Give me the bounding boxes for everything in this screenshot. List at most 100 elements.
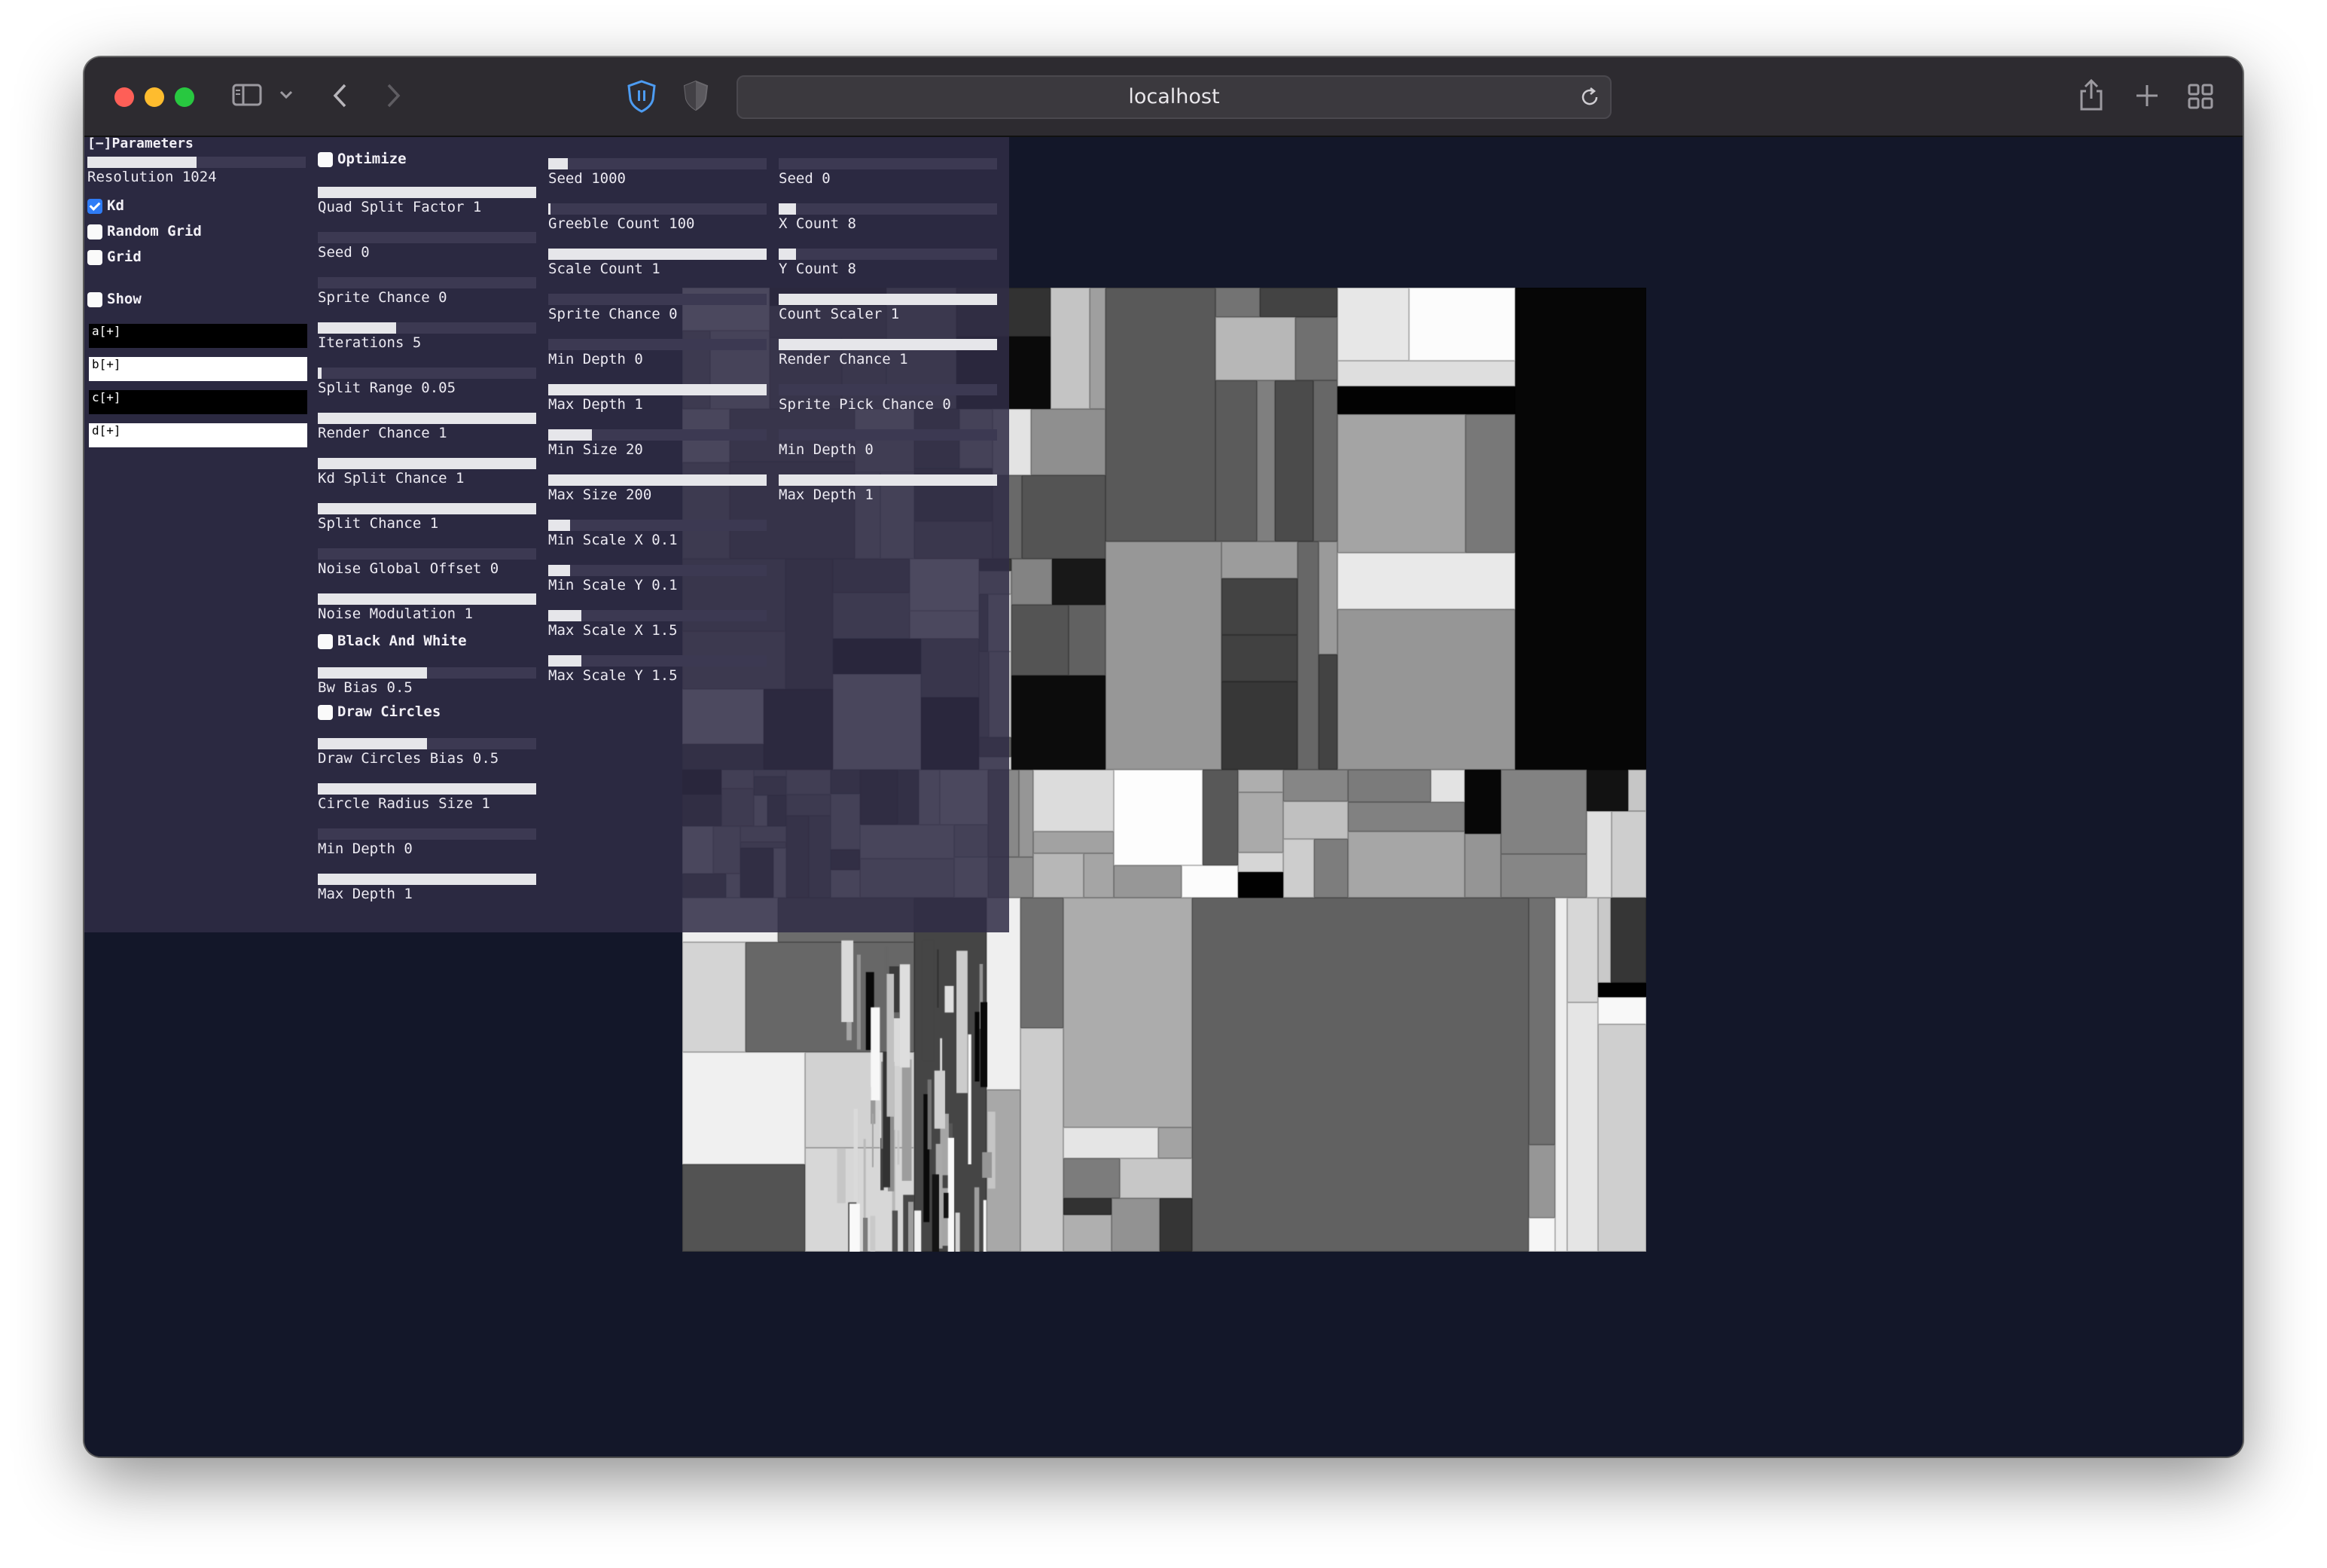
slider-track[interactable] <box>318 503 536 514</box>
slider-track[interactable] <box>779 203 997 215</box>
slider-track[interactable] <box>318 828 536 840</box>
slider-track[interactable] <box>779 249 997 260</box>
max-scale-y-slider[interactable]: Max Scale Y 1.5 <box>548 645 767 690</box>
slider-track[interactable] <box>318 874 536 885</box>
slider-track[interactable] <box>318 232 536 243</box>
shield-icon[interactable] <box>627 80 657 115</box>
color-c-picker[interactable]: c[+] <box>89 390 307 414</box>
slider-track[interactable] <box>779 384 997 395</box>
scale-count-slider[interactable]: Scale Count 1 <box>548 238 767 283</box>
slider-track[interactable] <box>548 158 767 169</box>
slider-fill <box>548 384 767 395</box>
checkbox-box[interactable] <box>87 250 102 265</box>
min-depth-slider[interactable]: Min Depth 0 <box>318 818 536 863</box>
x-count-slider[interactable]: X Count 8 <box>779 193 997 238</box>
sidebar-icon[interactable] <box>232 83 262 109</box>
slider-track[interactable] <box>779 158 997 169</box>
slider-track[interactable] <box>318 593 536 605</box>
slider-track[interactable] <box>548 520 767 531</box>
slider-track[interactable] <box>318 187 536 198</box>
kd-split-chance-slider[interactable]: Kd Split Chance 1 <box>318 447 536 493</box>
checkbox-box[interactable] <box>318 634 333 649</box>
slider-track[interactable] <box>318 413 536 424</box>
slider-track[interactable] <box>548 565 767 576</box>
slider-track[interactable] <box>318 667 536 679</box>
greeble-seed-slider[interactable]: Seed 1000 <box>548 148 767 193</box>
slider-track[interactable] <box>318 783 536 795</box>
tab-overview-icon[interactable] <box>2187 83 2214 112</box>
grid-min-depth-slider[interactable]: Min Depth 0 <box>779 419 997 464</box>
color-d-picker[interactable]: d[+] <box>89 423 307 447</box>
minimize-window-button[interactable] <box>145 87 164 107</box>
zoom-window-button[interactable] <box>175 87 194 107</box>
split-chance-slider[interactable]: Split Chance 1 <box>318 493 536 538</box>
slider-track[interactable] <box>318 368 536 379</box>
noise-modulation-slider[interactable]: Noise Modulation 1 <box>318 583 536 628</box>
sprite-chance-slider[interactable]: Sprite Chance 0 <box>318 267 536 312</box>
chevron-down-icon[interactable] <box>279 89 294 103</box>
draw-circles-bias-slider[interactable]: Draw Circles Bias 0.5 <box>318 728 536 773</box>
address-bar[interactable]: localhost <box>737 75 1612 119</box>
render-chance-slider[interactable]: Render Chance 1 <box>318 402 536 447</box>
slider-track[interactable] <box>548 474 767 486</box>
slider-track[interactable] <box>779 294 997 305</box>
slider-track[interactable] <box>318 277 536 288</box>
color-label: a[+] <box>92 324 121 338</box>
y-count-slider[interactable]: Y Count 8 <box>779 238 997 283</box>
share-icon[interactable] <box>2078 78 2104 114</box>
seed-slider[interactable]: Seed 0 <box>318 221 536 267</box>
greeble-sprite-chance-slider[interactable]: Sprite Chance 0 <box>548 283 767 328</box>
sprite-pick-chance-slider[interactable]: Sprite Pick Chance 0 <box>779 374 997 419</box>
slider-track[interactable] <box>779 474 997 486</box>
checkbox-box[interactable] <box>318 705 333 720</box>
slider-track[interactable] <box>318 458 536 469</box>
slider-track[interactable] <box>318 322 536 334</box>
max-size-slider[interactable]: Max Size 200 <box>548 464 767 509</box>
max-scale-x-slider[interactable]: Max Scale X 1.5 <box>548 599 767 645</box>
bw-bias-slider[interactable]: Bw Bias 0.5 <box>318 657 536 702</box>
greeble-count-slider[interactable]: Greeble Count 100 <box>548 193 767 238</box>
slider-track[interactable] <box>548 384 767 395</box>
slider-track[interactable] <box>548 429 767 441</box>
split-range-slider[interactable]: Split Range 0.05 <box>318 357 536 402</box>
greeble-max-depth-slider[interactable]: Max Depth 1 <box>548 374 767 419</box>
max-depth-slider[interactable]: Max Depth 1 <box>318 863 536 908</box>
privacy-shield-icon[interactable] <box>682 80 709 114</box>
reload-icon[interactable] <box>1578 86 1601 111</box>
slider-track[interactable] <box>548 610 767 621</box>
checkbox-box[interactable] <box>87 292 102 307</box>
color-b-picker[interactable]: b[+] <box>89 357 307 381</box>
slider-track[interactable] <box>548 339 767 350</box>
grid-max-depth-slider[interactable]: Max Depth 1 <box>779 464 997 509</box>
checkbox-box[interactable] <box>87 199 102 214</box>
forward-arrow-icon[interactable] <box>384 83 402 111</box>
slider-track[interactable] <box>548 249 767 260</box>
slider-track[interactable] <box>779 339 997 350</box>
min-size-slider[interactable]: Min Size 20 <box>548 419 767 464</box>
greeble-min-depth-slider[interactable]: Min Depth 0 <box>548 328 767 374</box>
checkbox-box[interactable] <box>318 152 333 167</box>
min-scale-y-slider[interactable]: Min Scale Y 0.1 <box>548 554 767 599</box>
close-window-button[interactable] <box>114 87 134 107</box>
checkbox-box[interactable] <box>87 224 102 239</box>
slider-track[interactable] <box>779 429 997 441</box>
slider-track[interactable] <box>548 203 767 215</box>
circle-radius-size-slider[interactable]: Circle Radius Size 1 <box>318 773 536 818</box>
slider-track[interactable] <box>87 157 306 168</box>
slider-track[interactable] <box>548 655 767 667</box>
count-scaler-slider[interactable]: Count Scaler 1 <box>779 283 997 328</box>
slider-fill <box>779 474 997 486</box>
noise-global-offset-slider[interactable]: Noise Global Offset 0 <box>318 538 536 583</box>
color-a-picker[interactable]: a[+] <box>89 324 307 348</box>
slider-track[interactable] <box>548 294 767 305</box>
grid-render-chance-slider[interactable]: Render Chance 1 <box>779 328 997 374</box>
quad-split-factor-slider[interactable]: Quad Split Factor 1 <box>318 176 536 221</box>
resolution-slider[interactable]: Resolution 1024 <box>87 146 306 191</box>
slider-track[interactable] <box>318 548 536 560</box>
slider-track[interactable] <box>318 738 536 749</box>
plus-icon[interactable] <box>2134 83 2160 111</box>
iterations-slider[interactable]: Iterations 5 <box>318 312 536 357</box>
back-arrow-icon[interactable] <box>331 83 349 111</box>
grid-seed-slider[interactable]: Seed 0 <box>779 148 997 193</box>
min-scale-x-slider[interactable]: Min Scale X 0.1 <box>548 509 767 554</box>
